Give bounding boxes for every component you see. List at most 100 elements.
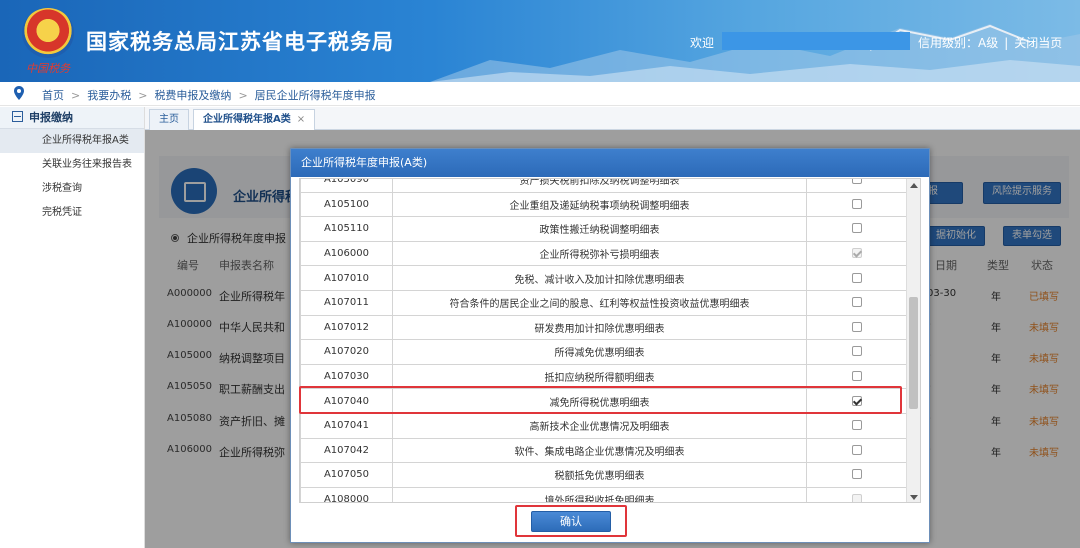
form-code: A106000 bbox=[300, 240, 393, 267]
tab-annual-a[interactable]: 企业所得税年报A类 × bbox=[193, 109, 316, 130]
form-checkbox bbox=[851, 248, 862, 259]
form-name: 高新技术企业优惠情况及明细表 bbox=[391, 412, 808, 439]
form-checkbox[interactable] bbox=[851, 346, 862, 357]
select-cell bbox=[806, 339, 907, 365]
form-checkbox bbox=[851, 494, 862, 502]
table-row[interactable]: A107020 所得减免优惠明细表 bbox=[300, 339, 907, 365]
sidebar-heading[interactable]: 申报缴纳 bbox=[0, 107, 144, 129]
form-checkbox[interactable] bbox=[851, 223, 862, 234]
form-name: 资产损失税前扣除及纳税调整明细表 bbox=[391, 179, 808, 193]
table-row[interactable]: A107012 研发费用加计扣除优惠明细表 bbox=[300, 314, 907, 341]
form-name: 境外所得税收抵免明细表 bbox=[391, 486, 808, 502]
form-code: A105110 bbox=[300, 216, 393, 242]
form-list: A105090 资产损失税前扣除及纳税调整明细表 A105100 企业重组及递延纳税事… bbox=[299, 178, 921, 503]
scroll-down-icon[interactable] bbox=[910, 495, 918, 500]
form-code: A107012 bbox=[300, 314, 393, 341]
form-code: A107042 bbox=[300, 437, 393, 464]
table-row[interactable]: A107041 高新技术企业优惠情况及明细表 bbox=[300, 412, 907, 439]
table-row[interactable]: A105110 政策性搬迁纳税调整明细表 bbox=[300, 216, 907, 242]
form-code: A107030 bbox=[300, 363, 393, 390]
breadcrumb-tax[interactable]: 我要办税 bbox=[87, 89, 131, 102]
table-row[interactable]: A105100 企业重组及递延纳税事项纳税调整明细表 bbox=[300, 191, 907, 218]
form-checkbox[interactable] bbox=[851, 420, 862, 431]
close-page-link[interactable]: 关闭当页 bbox=[1014, 36, 1062, 50]
tax-emblem-logo bbox=[22, 8, 74, 58]
header-separator: | bbox=[1004, 36, 1009, 50]
location-pin-icon bbox=[14, 86, 24, 100]
form-code: A107010 bbox=[300, 265, 393, 291]
confirm-button[interactable]: 确认 bbox=[531, 511, 611, 532]
form-name: 所得减免优惠明细表 bbox=[391, 339, 808, 365]
table-row[interactable]: A105090 资产损失税前扣除及纳税调整明细表 bbox=[300, 179, 907, 193]
select-cell bbox=[806, 486, 907, 502]
form-name: 研发费用加计扣除优惠明细表 bbox=[391, 314, 808, 341]
form-checkbox[interactable] bbox=[851, 198, 862, 209]
breadcrumb-home[interactable]: 首页 bbox=[42, 89, 64, 102]
table-row[interactable]: A107030 抵扣应纳税所得额明细表 bbox=[300, 363, 907, 390]
form-checkbox[interactable] bbox=[851, 297, 862, 308]
form-checkbox[interactable] bbox=[851, 272, 862, 283]
form-selection-dialog: 企业所得税年度申报(A类) A105090 资产损失税前扣除及纳税调整明细表 A10… bbox=[290, 148, 930, 543]
table-row[interactable]: A106000 企业所得税弥补亏损明细表 bbox=[300, 240, 907, 267]
form-code: A107050 bbox=[300, 462, 393, 488]
table-row[interactable]: A107040 减免所得税优惠明细表 bbox=[300, 388, 907, 414]
table-icon bbox=[12, 111, 23, 122]
scrollbar[interactable] bbox=[906, 179, 920, 502]
form-code: A107040 bbox=[300, 388, 393, 414]
breadcrumb: 首页 > 我要办税 > 税费申报及缴纳 > 居民企业所得税年度申报 bbox=[0, 82, 1080, 106]
sidebar: 申报缴纳 企业所得税年报A类 关联业务往来报告表 涉税查询 完税凭证 bbox=[0, 107, 145, 548]
tab-home[interactable]: 主页 bbox=[149, 109, 189, 130]
form-name: 税额抵免优惠明细表 bbox=[391, 462, 808, 488]
breadcrumb-declare[interactable]: 税费申报及缴纳 bbox=[154, 89, 231, 102]
form-checkbox[interactable] bbox=[851, 179, 862, 185]
select-cell bbox=[806, 289, 907, 316]
select-cell bbox=[806, 388, 907, 414]
great-wall-banner-image bbox=[430, 24, 1080, 82]
table-row[interactable]: A107050 税额抵免优惠明细表 bbox=[300, 462, 907, 488]
sidebar-heading-label: 申报缴纳 bbox=[29, 111, 73, 124]
table-row[interactable]: A108000 境外所得税收抵免明细表 bbox=[300, 486, 907, 502]
emblem-caption: 中国税务 bbox=[26, 62, 70, 75]
breadcrumb-arrow-icon: > bbox=[71, 89, 81, 102]
select-cell bbox=[806, 314, 907, 341]
site-header: 中国税务 国家税务总局江苏省电子税务局 欢迎 信用级别：A级 | 关闭当页 bbox=[0, 0, 1080, 82]
table-row[interactable]: A107042 软件、集成电路企业优惠情况及明细表 bbox=[300, 437, 907, 464]
breadcrumb-current: 居民企业所得税年度申报 bbox=[254, 89, 376, 102]
form-code: A107020 bbox=[300, 339, 393, 365]
select-cell bbox=[806, 179, 907, 193]
sidebar-item-tax-certificate[interactable]: 完税凭证 bbox=[0, 201, 144, 225]
header-user-actions: 信用级别：A级 | 关闭当页 bbox=[918, 34, 1062, 51]
sidebar-item-related-party[interactable]: 关联业务往来报告表 bbox=[0, 153, 144, 177]
form-checkbox[interactable] bbox=[851, 444, 862, 455]
select-cell bbox=[806, 191, 907, 218]
select-cell bbox=[806, 216, 907, 242]
select-cell bbox=[806, 363, 907, 390]
table-row[interactable]: A107010 免税、减计收入及加计扣除优惠明细表 bbox=[300, 265, 907, 291]
form-name: 免税、减计收入及加计扣除优惠明细表 bbox=[391, 265, 808, 291]
tab-bar: 主页 企业所得税年报A类 × bbox=[145, 107, 1080, 130]
form-code: A105090 bbox=[300, 179, 393, 193]
form-checkbox[interactable] bbox=[851, 371, 862, 382]
form-name: 企业重组及递延纳税事项纳税调整明细表 bbox=[391, 191, 808, 218]
form-code: A105100 bbox=[300, 191, 393, 218]
breadcrumb-arrow-icon: > bbox=[138, 89, 148, 102]
select-cell bbox=[806, 265, 907, 291]
form-code: A107041 bbox=[300, 412, 393, 439]
form-code: A107011 bbox=[300, 289, 393, 316]
scroll-thumb[interactable] bbox=[909, 297, 918, 409]
sidebar-item-tax-query[interactable]: 涉税查询 bbox=[0, 177, 144, 201]
form-checkbox[interactable] bbox=[851, 395, 862, 406]
form-name: 企业所得税弥补亏损明细表 bbox=[391, 240, 808, 267]
form-name: 抵扣应纳税所得额明细表 bbox=[391, 363, 808, 390]
table-row[interactable]: A107011 符合条件的居民企业之间的股息、红利等权益性投资收益优惠明细表 bbox=[300, 289, 907, 316]
close-icon[interactable]: × bbox=[297, 114, 305, 125]
form-name: 减免所得税优惠明细表 bbox=[391, 388, 808, 414]
scroll-up-icon[interactable] bbox=[910, 183, 918, 188]
select-cell bbox=[806, 412, 907, 439]
form-checkbox[interactable] bbox=[851, 321, 862, 332]
site-title: 国家税务总局江苏省电子税务局 bbox=[86, 30, 394, 54]
welcome-text: 欢迎 bbox=[690, 36, 715, 50]
sidebar-item-annual-a[interactable]: 企业所得税年报A类 bbox=[0, 129, 144, 153]
form-checkbox[interactable] bbox=[851, 469, 862, 480]
form-name: 政策性搬迁纳税调整明细表 bbox=[391, 216, 808, 242]
